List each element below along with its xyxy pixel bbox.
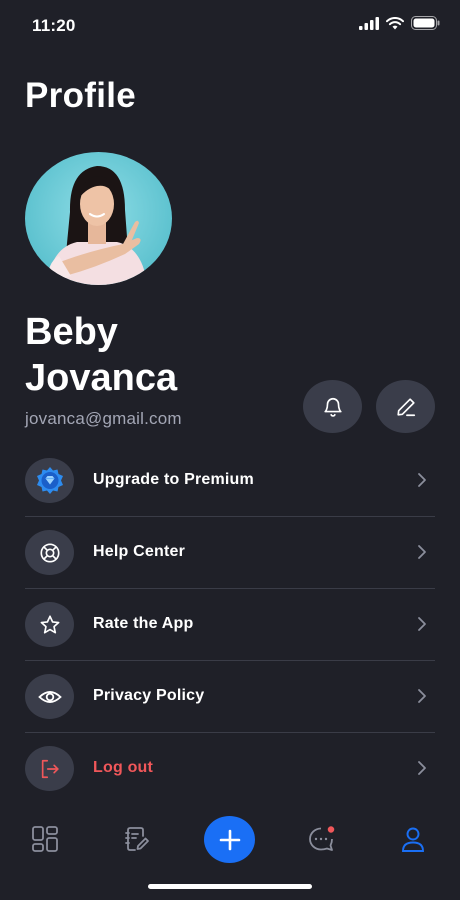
- menu-label-privacy-policy: Privacy Policy: [93, 687, 205, 704]
- avatar: [25, 152, 172, 285]
- page-title: Profile: [25, 76, 137, 115]
- star-icon: [40, 614, 59, 634]
- plus-icon: [219, 829, 240, 850]
- user-name: Beby Jovanca: [25, 309, 285, 401]
- settings-menu: Upgrade to Premium Help Center Rate the …: [25, 445, 435, 804]
- dashboard-icon: [32, 826, 58, 852]
- profile-icon: [402, 827, 424, 852]
- signal-icon: [359, 16, 379, 30]
- tab-notes[interactable]: [120, 822, 154, 856]
- chevron-right-icon: [418, 761, 426, 775]
- menu-item-log-out[interactable]: Log out: [25, 733, 435, 804]
- wifi-icon: [386, 16, 404, 29]
- status-icons: [359, 16, 440, 30]
- edit-profile-button[interactable]: [376, 380, 435, 433]
- user-first-name: Beby: [25, 311, 118, 353]
- chevron-right-icon: [418, 473, 426, 487]
- tab-dashboard[interactable]: [28, 822, 62, 856]
- bottom-tab-bar: [0, 810, 460, 870]
- menu-label-log-out: Log out: [93, 759, 154, 776]
- menu-icon-wrap: [25, 746, 74, 791]
- status-time: 11:20: [32, 16, 76, 35]
- menu-label-rate-app: Rate the App: [93, 615, 194, 632]
- menu-icon-wrap: [25, 458, 74, 503]
- eye-icon: [37, 690, 62, 703]
- menu-item-rate-app[interactable]: Rate the App: [25, 589, 435, 661]
- lifebuoy-icon: [39, 542, 60, 563]
- chevron-right-icon: [418, 689, 426, 703]
- tab-messages[interactable]: [304, 822, 338, 856]
- menu-icon-wrap: [25, 530, 74, 575]
- avatar-photo: [47, 166, 147, 285]
- menu-icon-wrap: [25, 674, 74, 719]
- battery-icon: [411, 16, 440, 30]
- chat-icon: [309, 824, 336, 851]
- bell-icon: [323, 397, 342, 417]
- menu-label-help-center: Help Center: [93, 543, 185, 560]
- logout-icon: [41, 759, 59, 778]
- menu-item-help-center[interactable]: Help Center: [25, 517, 435, 589]
- home-indicator: [148, 884, 312, 889]
- chevron-right-icon: [418, 545, 426, 559]
- pencil-icon: [396, 397, 415, 416]
- notifications-button[interactable]: [303, 380, 362, 433]
- tab-profile[interactable]: [396, 822, 430, 856]
- diamond-icon: [36, 466, 63, 494]
- user-email: jovanca@gmail.com: [25, 409, 182, 428]
- notebook-icon: [125, 827, 149, 851]
- status-bar: 11:20: [0, 0, 460, 52]
- menu-icon-wrap: [25, 602, 74, 647]
- add-button[interactable]: [204, 816, 255, 863]
- chevron-right-icon: [418, 617, 426, 631]
- user-last-name: Jovanca: [25, 357, 178, 399]
- menu-label-upgrade-premium: Upgrade to Premium: [93, 471, 254, 488]
- menu-item-upgrade-premium[interactable]: Upgrade to Premium: [25, 445, 435, 517]
- menu-item-privacy-policy[interactable]: Privacy Policy: [25, 661, 435, 733]
